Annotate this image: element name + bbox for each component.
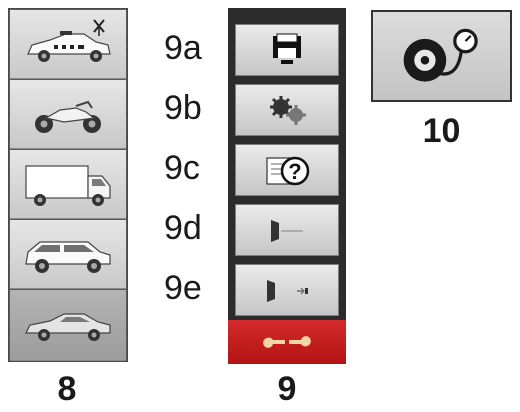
group-label-tire-pressure: 10 [422, 112, 461, 150]
tire-gauge-icon [403, 28, 478, 82]
svg-text:?: ? [288, 159, 301, 184]
menu-panel: ? [228, 8, 346, 320]
vehicle-button-truck[interactable] [10, 150, 126, 219]
tools-button[interactable] [228, 320, 346, 364]
vehicle-button-car[interactable] [10, 290, 126, 361]
motorcycle-icon [35, 100, 101, 133]
group-label-vehicles: 8 [57, 370, 77, 408]
vehicle-button-motorcycle[interactable] [10, 80, 126, 149]
menu-item-label: 9a [164, 29, 202, 67]
truck-icon [25, 165, 111, 206]
suv-icon [25, 241, 111, 273]
exit-right-icon [267, 280, 308, 302]
print-button[interactable] [235, 24, 339, 76]
help-icon: ? [266, 156, 310, 186]
vehicle-button-police-car[interactable] [10, 10, 126, 79]
settings-button[interactable] [235, 84, 339, 136]
help-button[interactable]: ? [235, 144, 339, 196]
police-car-icon [27, 19, 111, 62]
exit-button[interactable] [235, 204, 339, 256]
vehicle-selector [8, 8, 128, 362]
exit-to-os-button[interactable] [235, 264, 339, 316]
tire-pressure-button[interactable] [371, 10, 512, 102]
menu-item-label: 9c [164, 149, 200, 187]
group-label-menu: 9 [277, 370, 297, 408]
gears-icon [270, 96, 306, 125]
wrench-icon [263, 336, 311, 348]
menu-item-label: 9d [164, 209, 202, 247]
menu-item-label: 9b [164, 89, 202, 127]
vehicle-button-suv[interactable] [10, 220, 126, 289]
car-icon [25, 313, 111, 341]
exit-icon [271, 220, 303, 242]
printer-icon [273, 33, 301, 64]
menu-item-label: 9e [164, 269, 202, 307]
